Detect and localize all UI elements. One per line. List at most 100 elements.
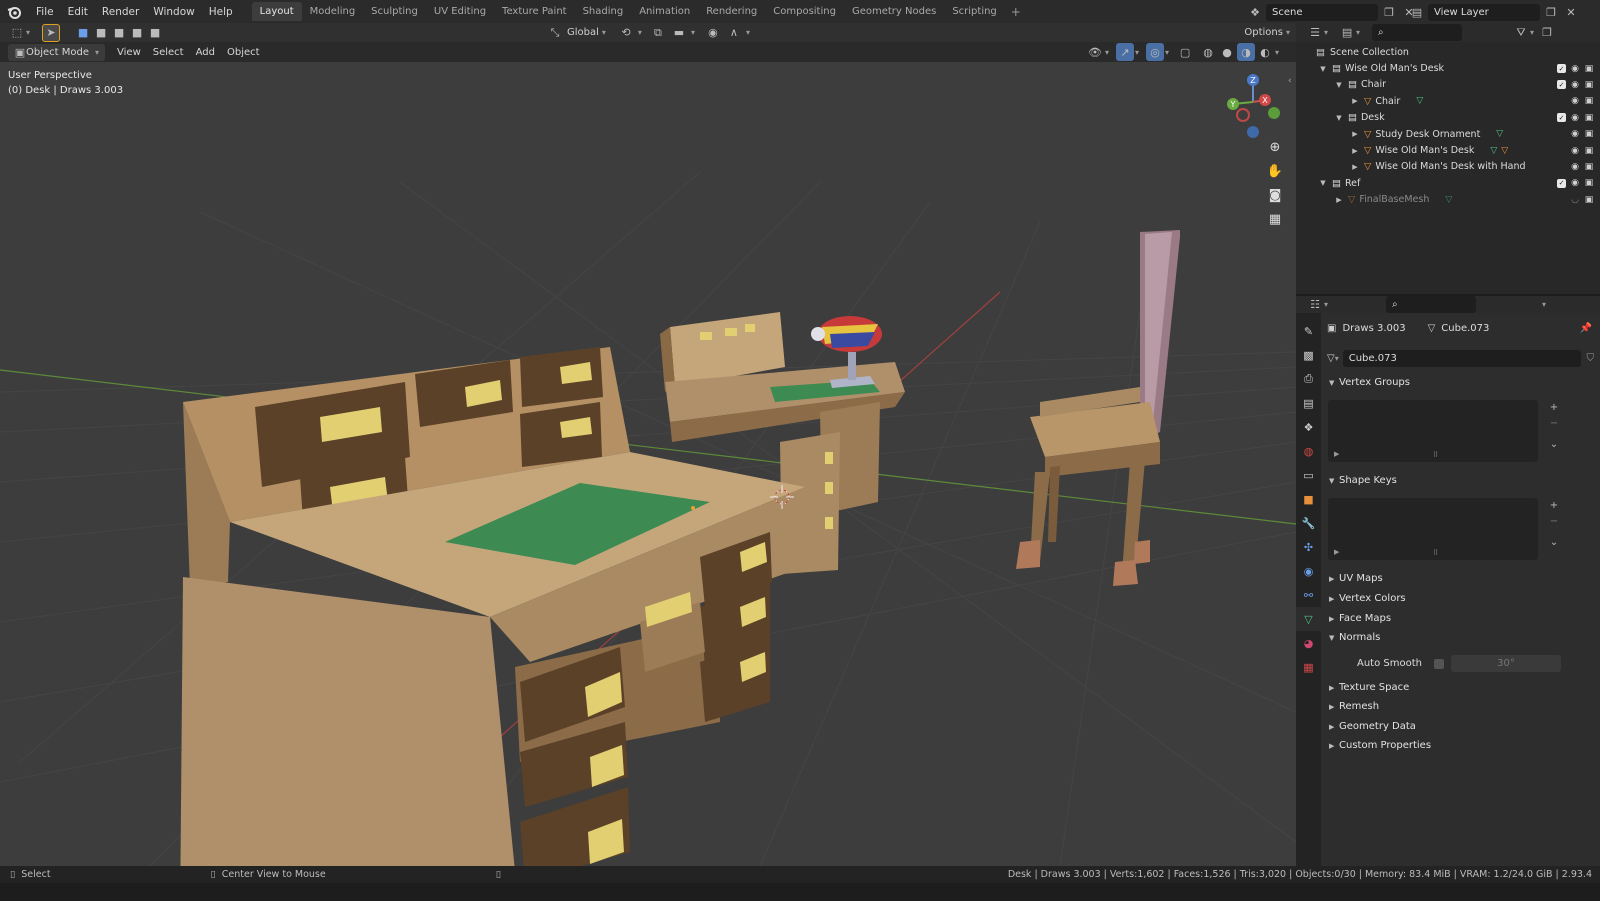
expand-arrow-icon[interactable]: ▶ <box>1350 97 1360 105</box>
outliner-editor-icon[interactable]: ☰ <box>1306 24 1324 42</box>
shape-key-menu-icon[interactable]: ⌄ <box>1547 535 1561 549</box>
remove-vertex-group-button[interactable]: − <box>1547 416 1561 430</box>
tab-compositing[interactable]: Compositing <box>765 2 844 21</box>
camera-icon[interactable]: ▣ <box>1584 195 1594 205</box>
panel-vertex-colors[interactable]: ▶ Vertex Colors <box>1323 589 1598 608</box>
texture-tab-icon[interactable]: ▦ <box>1296 655 1321 679</box>
object-tab-icon[interactable]: ■ <box>1296 487 1321 511</box>
remove-shape-key-button[interactable]: − <box>1547 514 1561 528</box>
tab-modeling[interactable]: Modeling <box>302 2 364 21</box>
panel-uv-maps[interactable]: ▶ UV Maps <box>1323 569 1598 588</box>
panel-texture-space[interactable]: ▶ Texture Space <box>1323 678 1598 697</box>
solid-shading-icon[interactable]: ● <box>1218 43 1236 61</box>
expand-arrow-icon[interactable]: ▶ <box>1334 196 1344 204</box>
options-dropdown[interactable]: Options ▾ <box>1244 27 1290 38</box>
mesh-data-tab-icon[interactable]: ▽ <box>1296 607 1321 631</box>
add-shape-key-button[interactable]: + <box>1547 498 1561 512</box>
camera-icon[interactable]: ▣ <box>1584 178 1594 188</box>
panel-shape-keys[interactable]: ▼ Shape Keys <box>1323 471 1598 490</box>
outliner-row-wise-old-mans-desk-with-hand[interactable]: ▶ ▽ Wise Old Man's Desk with Hand ◉ ▣ <box>1296 159 1600 175</box>
blender-logo-icon[interactable] <box>3 0 25 23</box>
select-extend-icon[interactable]: ■ <box>92 24 110 42</box>
properties-options-icon[interactable]: ▾ <box>1542 300 1546 309</box>
exclude-checkbox[interactable]: ✓ <box>1557 64 1566 74</box>
camera-icon[interactable]: ▣ <box>1584 113 1594 123</box>
new-scene-icon[interactable]: ❐ <box>1380 3 1398 21</box>
mesh-data-icon[interactable]: ▽ <box>1416 96 1423 106</box>
vertex-groups-list[interactable]: ▶ ⠿ <box>1328 400 1538 462</box>
select-invert-icon[interactable]: ■ <box>128 24 146 42</box>
3d-viewport[interactable]: User Perspective (0) Desk | Draws 3.003 … <box>0 62 1296 866</box>
tab-geometry-nodes[interactable]: Geometry Nodes <box>844 2 944 21</box>
camera-icon[interactable]: ▣ <box>1584 129 1594 139</box>
material-shading-icon[interactable]: ◑ <box>1237 43 1256 61</box>
outliner-row-ref-collection[interactable]: ▼ ▤ Ref ✓ ◉ ▣ <box>1296 175 1600 191</box>
view-layer-tab-icon[interactable]: ▤ <box>1296 391 1321 415</box>
tab-uv-editing[interactable]: UV Editing <box>426 2 494 21</box>
eye-icon[interactable]: ◉ <box>1570 162 1580 172</box>
menu-edit[interactable]: Edit <box>61 6 95 18</box>
visibility-icon[interactable]: 👁 <box>1086 43 1104 61</box>
outliner-row-chair-object[interactable]: ▶ ▽ Chair ▽ ◉ ▣ <box>1296 93 1600 109</box>
outliner-row-desk-collection[interactable]: ▼ ▤ Desk ✓ ◉ ▣ <box>1296 110 1600 126</box>
output-tab-icon[interactable]: ⎙ <box>1296 367 1321 391</box>
list-expand-icon[interactable]: ▶ <box>1334 450 1339 458</box>
new-view-layer-icon[interactable]: ❐ <box>1542 3 1560 21</box>
mesh-data-icon[interactable]: ▽ <box>1490 146 1497 156</box>
expand-arrow-icon[interactable]: ▶ <box>1350 147 1360 155</box>
orientation-value[interactable]: Global <box>567 27 599 38</box>
panel-custom-properties[interactable]: ▶ Custom Properties <box>1323 736 1598 755</box>
outliner-row-study-desk-ornament[interactable]: ▶ ▽ Study Desk Ornament ▽ ◉ ▣ <box>1296 126 1600 142</box>
properties-editor-icon[interactable]: ☷ <box>1306 296 1324 314</box>
expand-arrow-icon[interactable]: ▶ <box>1350 163 1360 171</box>
tool-tab-icon[interactable]: ✎ <box>1296 319 1321 343</box>
properties-search-input[interactable]: ⌕ <box>1386 296 1477 313</box>
xray-toggle-icon[interactable]: ▢ <box>1176 43 1194 61</box>
new-collection-icon[interactable]: ❐ <box>1538 24 1556 42</box>
camera-view-icon[interactable]: ◙ <box>1266 186 1284 204</box>
menu-view[interactable]: View <box>111 44 147 61</box>
render-tab-icon[interactable]: ▩ <box>1296 343 1321 367</box>
list-resize-handle[interactable]: ⠿ <box>1433 549 1438 557</box>
physics-tab-icon[interactable]: ◉ <box>1296 559 1321 583</box>
scene-tab-icon[interactable]: ❖ <box>1296 415 1321 439</box>
menu-render[interactable]: Render <box>95 6 146 18</box>
fake-user-shield-icon[interactable]: ⛉ <box>1587 353 1595 364</box>
eye-icon[interactable]: ◉ <box>1570 178 1580 188</box>
navigation-gizmo[interactable]: Z X Y <box>1218 70 1296 140</box>
proportional-edit-icon[interactable]: ◉ <box>704 24 722 42</box>
snap-icon[interactable]: ⧉ <box>649 24 667 42</box>
snap-target-icon[interactable]: ▬ <box>670 24 688 42</box>
eye-hidden-icon[interactable]: ◡ <box>1570 195 1580 205</box>
menu-file[interactable]: File <box>29 6 61 18</box>
mesh-browse-icon[interactable]: ▽ <box>1327 353 1335 364</box>
panel-vertex-groups[interactable]: ▼ Vertex Groups <box>1323 373 1598 392</box>
tab-scripting[interactable]: Scripting <box>944 2 1004 21</box>
eye-icon[interactable]: ◉ <box>1570 64 1580 74</box>
select-intersect-icon[interactable]: ■ <box>146 24 164 42</box>
camera-icon[interactable]: ▣ <box>1584 80 1594 90</box>
outliner-row-chair-collection[interactable]: ▼ ▤ Chair ✓ ◉ ▣ <box>1296 77 1600 93</box>
camera-icon[interactable]: ▣ <box>1584 146 1594 156</box>
mesh-data-icon[interactable]: ▽ <box>1496 129 1503 139</box>
expand-arrow-icon[interactable]: ▼ <box>1334 114 1344 122</box>
eye-icon[interactable]: ◉ <box>1570 96 1580 106</box>
editor-type-icon[interactable]: ⬚ <box>8 24 26 42</box>
sidebar-toggle-icon[interactable]: ‹ <box>1288 76 1292 86</box>
select-subtract-icon[interactable]: ■ <box>110 24 128 42</box>
menu-object[interactable]: Object <box>221 44 266 61</box>
expand-arrow-icon[interactable]: ▼ <box>1334 81 1344 89</box>
expand-arrow-icon[interactable]: ▼ <box>1318 65 1328 73</box>
pin-icon[interactable]: 📌 <box>1580 323 1592 334</box>
world-tab-icon[interactable]: ◍ <box>1296 439 1321 463</box>
menu-help[interactable]: Help <box>202 6 240 18</box>
overlays-toggle-icon[interactable]: ◎ <box>1146 43 1165 61</box>
select-tool-icon[interactable]: ➤ <box>42 23 61 42</box>
constraints-tab-icon[interactable]: ⚯ <box>1296 583 1321 607</box>
display-mode-icon[interactable]: ▤ <box>1338 24 1356 42</box>
collection-tab-icon[interactable]: ▭ <box>1296 463 1321 487</box>
outliner-row-wise-old-mans-desk-collection[interactable]: ▼ ▤ Wise Old Man's Desk ✓ ◉ ▣ <box>1296 60 1600 76</box>
tab-shading[interactable]: Shading <box>575 2 632 21</box>
menu-add[interactable]: Add <box>190 44 221 61</box>
expand-arrow-icon[interactable]: ▶ <box>1350 130 1360 138</box>
